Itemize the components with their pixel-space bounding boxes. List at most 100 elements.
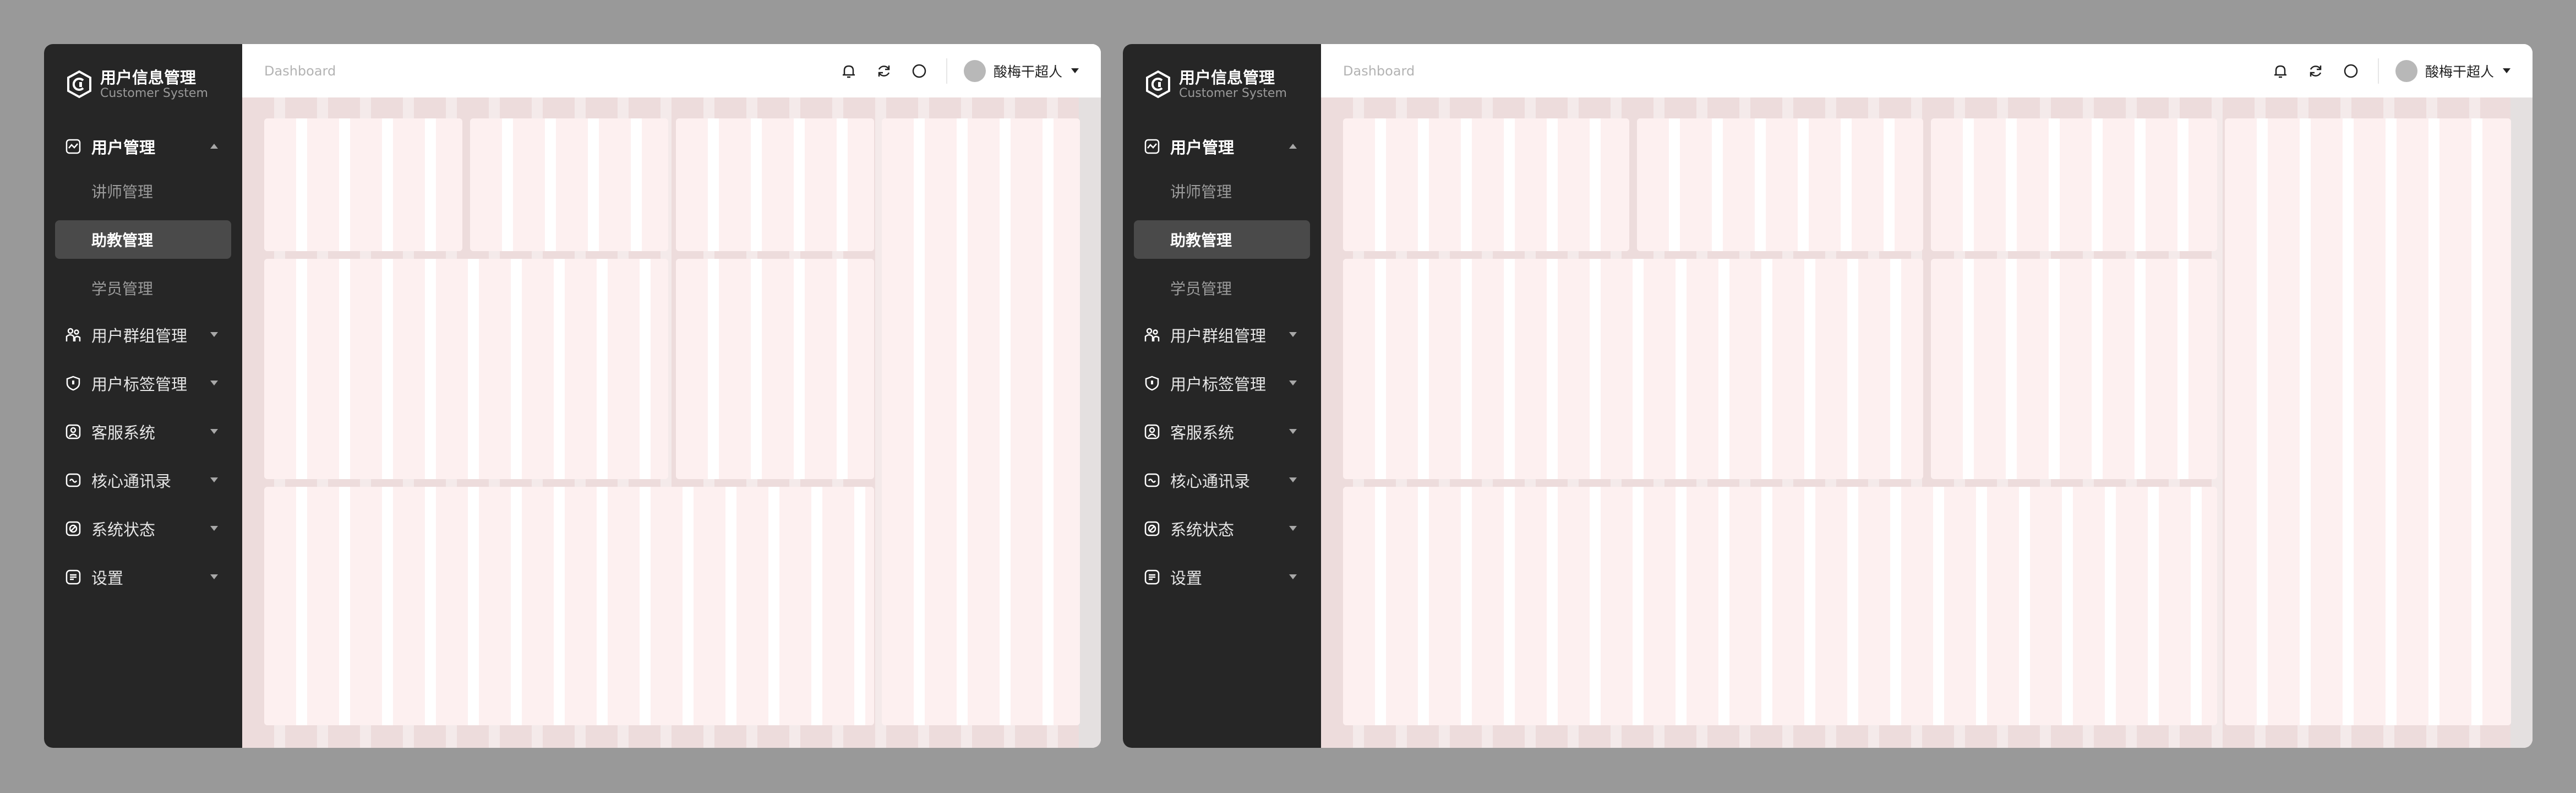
- brand-title: 用户信息管理: [100, 68, 197, 87]
- main-area: Dashboard 酸梅干超人: [242, 44, 1101, 748]
- chevron-down-icon: [210, 381, 218, 385]
- menu-settings[interactable]: 设置: [55, 560, 231, 595]
- avatar[interactable]: [2395, 59, 2417, 82]
- chevron-down-icon: [1289, 574, 1297, 579]
- widget-placeholder: [676, 259, 874, 479]
- widget-placeholder: [1343, 259, 1923, 479]
- widget-placeholder: [264, 259, 668, 479]
- chevron-down-icon: [210, 477, 218, 482]
- menu-label: 用户群组管理: [91, 327, 188, 345]
- chevron-down-icon: [210, 332, 218, 337]
- brand[interactable]: 用户信息管理 Customer System: [1123, 66, 1321, 102]
- menu-label: 用户管理: [1170, 138, 1235, 157]
- chevron-down-icon: [210, 574, 218, 579]
- topbar-tools: 酸梅干超人: [822, 44, 1079, 97]
- logo-icon: [1146, 70, 1170, 99]
- group-icon: [1144, 328, 1160, 341]
- sub-item-student[interactable]: 学员管理: [55, 269, 231, 307]
- app-window-right: 用户信息管理 Customer System 用户管理 讲师管理 助教管理 学员…: [1123, 44, 2533, 748]
- contacts-icon: [66, 473, 81, 487]
- sidebar: 用户信息管理 Customer System 用户管理 讲师管理 助教管理 学员…: [44, 44, 242, 748]
- sub-item-assistant[interactable]: 助教管理: [1134, 220, 1310, 259]
- user-name[interactable]: 酸梅干超人: [2425, 61, 2494, 81]
- dashboard-content: [242, 97, 1101, 748]
- sub-item-lecturer[interactable]: 讲师管理: [55, 172, 231, 210]
- menu-label: 用户标签管理: [1170, 375, 1267, 394]
- menu-user-tags[interactable]: 用户标签管理: [55, 366, 231, 401]
- menu-user-tags[interactable]: 用户标签管理: [1134, 366, 1310, 401]
- menu-label: 核心通讯录: [1170, 472, 1251, 491]
- menu-label: 客服系统: [91, 423, 156, 442]
- widget-placeholder: [2225, 118, 2511, 725]
- menu-user-management[interactable]: 用户管理: [55, 129, 231, 164]
- user-name[interactable]: 酸梅干超人: [994, 61, 1062, 81]
- menu-contacts[interactable]: 核心通讯录: [1134, 463, 1310, 498]
- widget-placeholder: [1931, 118, 2217, 251]
- user-card-icon: [66, 424, 81, 439]
- menu-user-management[interactable]: 用户管理: [1134, 129, 1310, 164]
- chevron-down-icon: [210, 526, 218, 531]
- chevron-up-icon: [1289, 144, 1297, 149]
- brand-subtitle: Customer System: [100, 86, 208, 100]
- refresh-icon[interactable]: [876, 63, 892, 79]
- tag-shield-icon: [1145, 376, 1159, 391]
- avatar[interactable]: [963, 59, 986, 82]
- info-circle-icon[interactable]: [911, 63, 927, 79]
- chevron-down-icon: [1289, 332, 1297, 337]
- side-menu: 用户管理 讲师管理 助教管理 学员管理 用户群组管理 用户标签管理 客服系统 核…: [44, 129, 242, 595]
- chart-icon: [1144, 139, 1160, 154]
- widget-placeholder: [1343, 487, 2217, 725]
- menu-label: 用户标签管理: [91, 375, 188, 394]
- bell-icon[interactable]: [2272, 63, 2289, 79]
- breadcrumb[interactable]: Dashboard: [264, 63, 336, 79]
- sub-item-assistant[interactable]: 助教管理: [55, 220, 231, 259]
- menu-customer-service[interactable]: 客服系统: [55, 414, 231, 449]
- menu-settings[interactable]: 设置: [1134, 560, 1310, 595]
- main-area: Dashboard 酸梅干超人: [1321, 44, 2533, 748]
- chevron-down-icon: [1289, 526, 1297, 531]
- bell-icon[interactable]: [841, 63, 857, 79]
- user-card-icon: [1144, 424, 1160, 439]
- widget-placeholder: [882, 118, 1080, 725]
- widget-placeholder: [470, 118, 668, 251]
- menu-system-status[interactable]: 系统状态: [1134, 511, 1310, 546]
- sub-item-lecturer[interactable]: 讲师管理: [1134, 172, 1310, 210]
- breadcrumb[interactable]: Dashboard: [1343, 63, 1415, 79]
- tag-shield-icon: [66, 376, 80, 391]
- logo-icon: [67, 70, 91, 99]
- menu-system-status[interactable]: 系统状态: [55, 511, 231, 546]
- chevron-down-icon[interactable]: [1071, 68, 1079, 73]
- widget-placeholder: [264, 118, 462, 251]
- app-window-left: 用户信息管理 Customer System 用户管理 讲师管理 助教管理 学员…: [44, 44, 1101, 748]
- dashboard-content: [1321, 97, 2533, 748]
- submenu-user-management: 讲师管理 助教管理 学员管理: [44, 172, 242, 307]
- widget-placeholder: [1637, 118, 1923, 251]
- menu-user-groups[interactable]: 用户群组管理: [55, 317, 231, 352]
- refresh-icon[interactable]: [2307, 63, 2324, 79]
- brand[interactable]: 用户信息管理 Customer System: [44, 66, 242, 102]
- side-menu: 用户管理 讲师管理 助教管理 学员管理 用户群组管理 用户标签管理 客服系统 核…: [1123, 129, 1321, 595]
- settings-icon: [66, 569, 81, 585]
- topbar: Dashboard 酸梅干超人: [242, 44, 1101, 97]
- settings-icon: [1144, 569, 1160, 585]
- menu-label: 核心通讯录: [91, 472, 172, 491]
- menu-label: 用户管理: [91, 138, 156, 157]
- topbar-divider: [2377, 58, 2379, 84]
- sub-item-student[interactable]: 学员管理: [1134, 269, 1310, 307]
- scroll-gutter: [2510, 97, 2533, 748]
- group-icon: [66, 328, 81, 341]
- scroll-gutter: [1079, 97, 1101, 748]
- chevron-down-icon[interactable]: [2503, 68, 2510, 73]
- brand-title: 用户信息管理: [1179, 68, 1275, 87]
- info-circle-icon[interactable]: [2343, 63, 2359, 79]
- brand-subtitle: Customer System: [1179, 86, 1287, 100]
- contacts-icon: [1144, 473, 1160, 487]
- menu-contacts[interactable]: 核心通讯录: [55, 463, 231, 498]
- menu-label: 客服系统: [1170, 423, 1235, 442]
- menu-label: 设置: [1170, 569, 1203, 588]
- widget-placeholder: [1343, 118, 1629, 251]
- widget-placeholder: [264, 487, 874, 725]
- menu-label: 系统状态: [91, 520, 156, 539]
- menu-customer-service[interactable]: 客服系统: [1134, 414, 1310, 449]
- menu-user-groups[interactable]: 用户群组管理: [1134, 317, 1310, 352]
